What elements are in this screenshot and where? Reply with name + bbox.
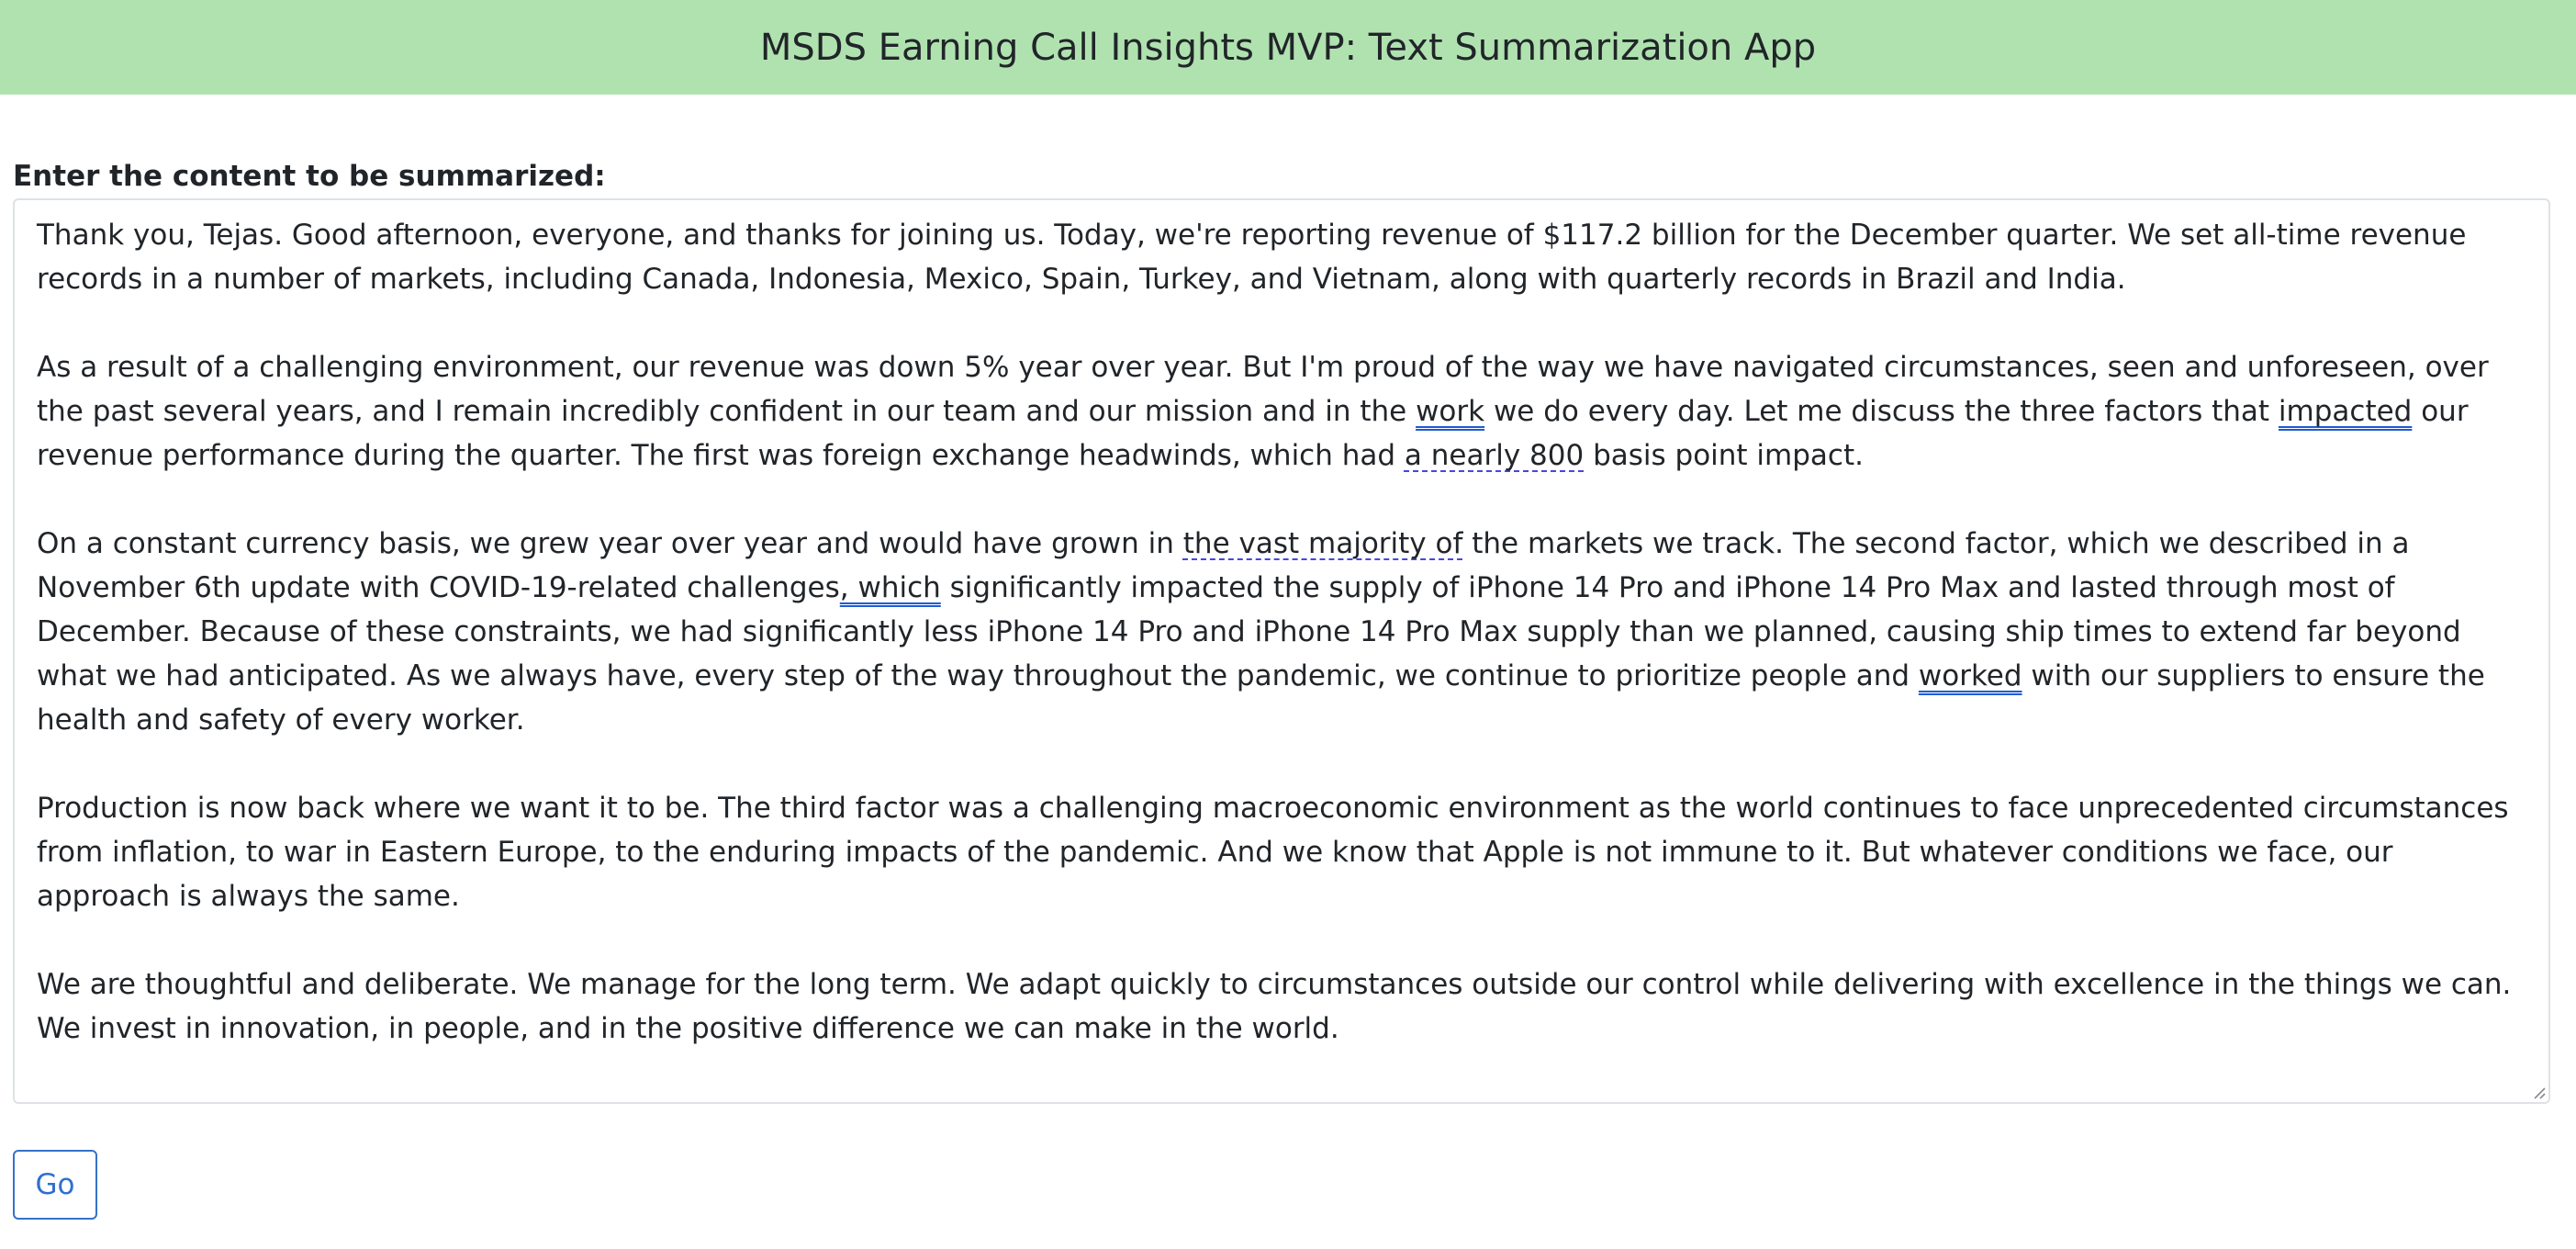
content-textarea[interactable]: Thank you, Tejas. Good afternoon, everyo… [13,198,2550,1104]
grammar-suggestion[interactable]: work [1416,395,1484,428]
resize-handle-icon[interactable] [2531,1085,2546,1099]
text-paragraph-3: On a constant currency basis, we grew ye… [37,527,2485,737]
style-suggestion[interactable]: a nearly 800 [1405,439,1584,472]
go-button[interactable]: Go [13,1150,97,1220]
app-title: MSDS Earning Call Insights MVP: Text Sum… [759,26,1817,69]
grammar-suggestion[interactable]: worked [1919,659,2022,692]
style-suggestion[interactable]: the vast majority of [1183,527,1463,560]
text-paragraph-2: As a result of a challenging environment… [37,351,2489,472]
text-paragraph-5: We are thoughtful and deliberate. We man… [37,968,2512,1045]
grammar-suggestion[interactable]: , which [840,571,941,604]
app-header: MSDS Earning Call Insights MVP: Text Sum… [0,0,2576,95]
text-paragraph-1: Thank you, Tejas. Good afternoon, everyo… [37,219,2467,296]
content-field-label: Enter the content to be summarized: [13,160,606,193]
grammar-suggestion[interactable]: impacted [2279,395,2412,428]
text-paragraph-4: Production is now back where we want it … [37,792,2509,913]
